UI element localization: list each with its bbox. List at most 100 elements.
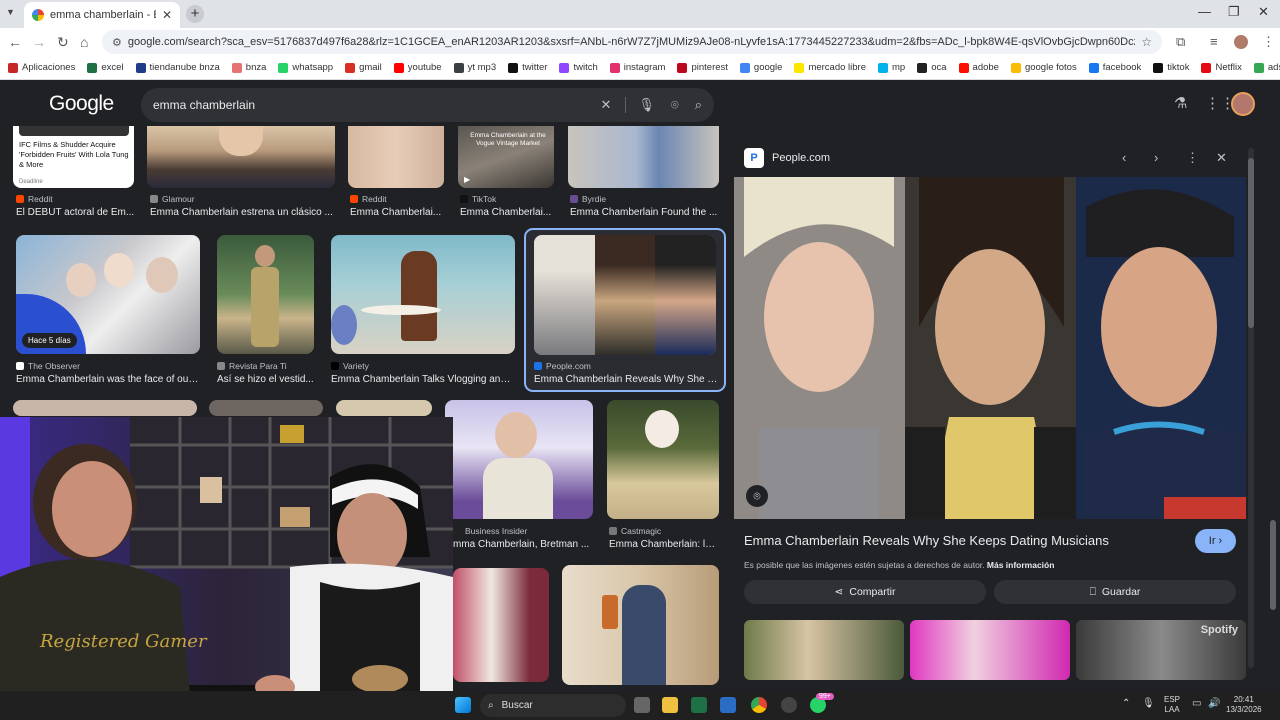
close-tab-icon[interactable]: ✕ (162, 8, 172, 22)
result-card[interactable]: Castmagic Emma Chamberlain: la... (607, 400, 719, 550)
outlook-icon[interactable] (720, 697, 736, 713)
result-card[interactable]: Reddit Emma Chamberlai... (348, 126, 444, 218)
lens-icon[interactable]: ⌾ (671, 97, 679, 113)
close-panel-icon[interactable]: ✕ (1216, 150, 1227, 166)
clock[interactable]: 20:41 13/3/2026 (1226, 695, 1262, 715)
result-card[interactable]: Reddit El DEBUT actoral de Em... (16, 194, 137, 224)
microphone-tray-icon[interactable]: 🎙 (1142, 699, 1155, 709)
tab-search-icon[interactable]: ▼ (6, 7, 15, 17)
volume-icon[interactable]: 🔊 (1208, 699, 1220, 709)
result-card[interactable] (13, 400, 197, 416)
tray-chevron-icon[interactable]: ⌃ (1122, 699, 1130, 709)
bookmark-item[interactable]: instagram (609, 62, 665, 73)
visit-button[interactable]: Ir › (1195, 529, 1236, 553)
next-icon[interactable]: › (1154, 150, 1158, 165)
bookmark-item[interactable]: Netflix (1201, 62, 1242, 73)
bookmark-item[interactable]: excel (87, 62, 124, 73)
extensions-icon[interactable]: ⧉ (1176, 34, 1185, 50)
bookmark-item[interactable]: tiktok (1153, 62, 1189, 73)
excel-icon[interactable] (691, 697, 707, 713)
result-image[interactable]: Hace 5 días (16, 235, 200, 354)
address-bar[interactable]: ⚙ google.com/search?sca_esv=5176837d497f… (102, 30, 1162, 54)
account-avatar[interactable] (1231, 92, 1255, 116)
bookmark-item[interactable]: pinterest (677, 62, 728, 73)
result-image[interactable] (534, 235, 716, 355)
more-options-icon[interactable]: ⋮ (1186, 150, 1199, 166)
result-image[interactable] (568, 126, 719, 188)
bookmark-item[interactable]: tiendanube bnza (135, 62, 220, 73)
result-card-selected[interactable]: People.com Emma Chamberlain Reveals Why … (524, 228, 726, 392)
result-image[interactable] (147, 126, 335, 188)
bookmark-item[interactable]: google fotos (1010, 62, 1077, 73)
browser-tab[interactable]: emma chamberlain - Buscar con ✕ (24, 2, 180, 28)
result-image[interactable] (331, 235, 515, 354)
result-image[interactable] (453, 568, 549, 682)
result-card[interactable]: Variety Emma Chamberlain Talks Vlogging … (331, 235, 515, 385)
result-card[interactable]: Glamour Emma Chamberlain estrena un clás… (147, 126, 335, 218)
bookmark-item[interactable]: gmail (345, 62, 382, 73)
result-card[interactable] (453, 568, 549, 690)
google-logo[interactable]: Google (49, 92, 114, 116)
save-button[interactable]: ⎕ Guardar (994, 580, 1236, 604)
search-input[interactable]: emma chamberlain (153, 98, 584, 112)
result-card[interactable]: Hace 5 días The Observer Emma Chamberlai… (16, 235, 200, 385)
forward-icon[interactable]: → (32, 34, 46, 50)
result-image[interactable] (348, 126, 444, 188)
preview-image[interactable]: ⌾ (734, 177, 1246, 519)
windows-start-icon[interactable] (455, 697, 471, 713)
file-explorer-icon[interactable] (662, 697, 678, 713)
result-card[interactable]: Business Insider mma Chamberlain, Bretma… (445, 400, 593, 550)
result-card[interactable]: Revista Para Ti Así se hizo el vestid... (217, 235, 314, 385)
reading-list-icon[interactable]: ≡ (1210, 34, 1218, 49)
panel-header[interactable]: P People.com (744, 148, 830, 168)
panel-source[interactable]: People.com (772, 152, 830, 164)
chrome-icon[interactable] (751, 697, 767, 713)
result-card[interactable]: Byrdie Emma Chamberlain Found the ... (568, 126, 719, 218)
bookmark-item[interactable]: whatsapp (278, 62, 333, 73)
bookmark-item[interactable]: twitter (508, 62, 547, 73)
panel-title[interactable]: Emma Chamberlain Reveals Why She Keeps D… (744, 533, 1109, 548)
lens-search-icon[interactable]: ⌾ (746, 485, 768, 507)
app-icon[interactable] (781, 697, 797, 713)
microphone-icon[interactable]: 🎙 (625, 97, 655, 113)
share-button[interactable]: ⋖ Compartir (744, 580, 986, 604)
clear-icon[interactable]: ✕ (600, 97, 611, 113)
labs-icon[interactable]: ⚗ (1174, 94, 1187, 112)
home-icon[interactable]: ⌂ (80, 34, 88, 50)
search-box[interactable]: emma chamberlain ✕ 🎙 ⌾ ⌕ (141, 88, 714, 122)
new-tab-button[interactable]: + (186, 5, 204, 23)
related-image[interactable] (744, 620, 904, 680)
site-info-icon[interactable]: ⚙ (112, 36, 122, 49)
result-image[interactable] (217, 235, 314, 354)
more-info-link[interactable]: Más información (987, 560, 1055, 570)
result-card[interactable]: IFC Films & Shudder Acquire 'Forbidden F… (13, 126, 134, 188)
result-image[interactable]: Emma Chamberlain at the Vogue Vintage Ma… (458, 126, 554, 188)
related-image[interactable]: Spotify (1076, 620, 1246, 680)
language-indicator[interactable]: ESP LAA (1164, 695, 1180, 715)
result-card[interactable] (562, 565, 719, 687)
profile-icon[interactable] (1234, 35, 1248, 49)
bookmark-item[interactable]: oca (917, 62, 947, 73)
result-card[interactable] (336, 400, 432, 416)
bookmark-item[interactable]: youtube (393, 62, 442, 73)
bookmark-item[interactable]: adsense (1253, 62, 1280, 73)
bookmark-item[interactable]: facebook (1088, 62, 1141, 73)
page-scrollbar[interactable] (1270, 520, 1276, 610)
bookmark-item[interactable]: mp (878, 62, 905, 73)
bookmark-item[interactable]: adobe (958, 62, 999, 73)
back-icon[interactable]: ← (8, 34, 22, 50)
panel-scrollbar[interactable] (1248, 148, 1254, 668)
menu-icon[interactable]: ⋮ (1262, 34, 1275, 50)
search-icon[interactable]: ⌕ (695, 97, 702, 113)
previous-icon[interactable]: ‹ (1122, 150, 1126, 165)
result-card[interactable] (209, 400, 323, 416)
result-card[interactable]: Emma Chamberlain at the Vogue Vintage Ma… (458, 126, 554, 218)
bookmark-item[interactable]: mercado libre (794, 62, 866, 73)
minimize-icon[interactable]: — (1198, 4, 1211, 19)
bookmark-star-icon[interactable]: ☆ (1141, 35, 1152, 49)
bookmark-item[interactable]: bnza (231, 62, 266, 73)
taskbar-search[interactable]: ⌕ Buscar (480, 694, 626, 717)
bookmark-item[interactable]: google (739, 62, 782, 73)
result-image[interactable]: IFC Films & Shudder Acquire 'Forbidden F… (13, 126, 134, 188)
network-icon[interactable]: ▭ (1192, 699, 1201, 709)
